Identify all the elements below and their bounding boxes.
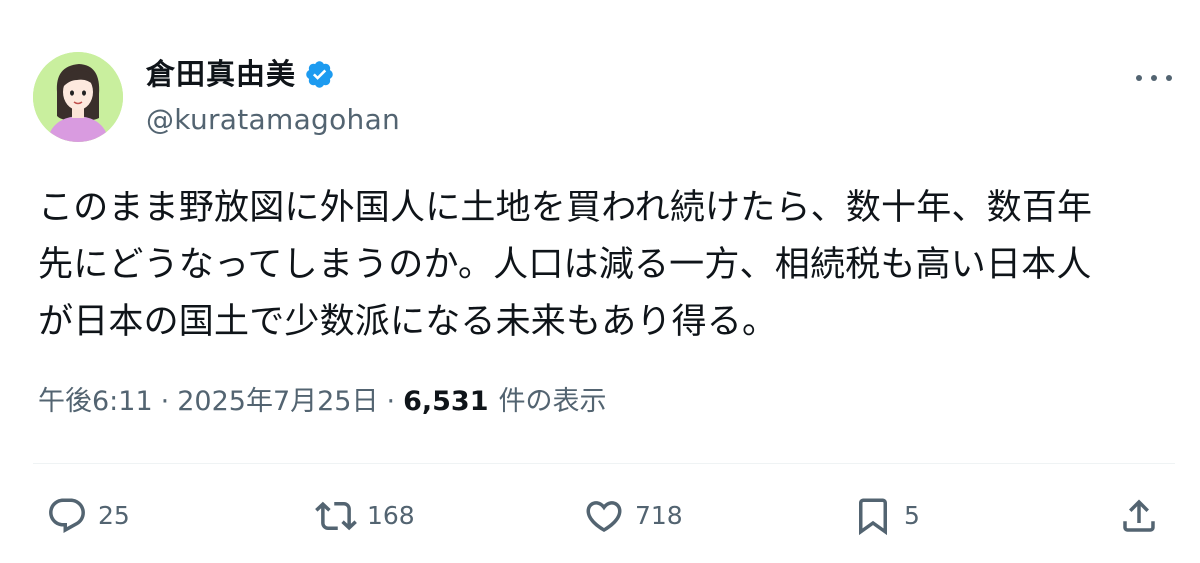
like-icon — [586, 501, 622, 533]
more-icon[interactable] — [1136, 72, 1172, 84]
tweet-time[interactable]: 午後6:11 — [38, 380, 153, 424]
tweet-line: このまま野放図に外国人に土地を買われ続けたら、数十年、数百年 — [38, 188, 1093, 228]
meta-separator: · — [160, 386, 170, 417]
share-icon — [1123, 499, 1155, 532]
reply-button[interactable]: 25 — [46, 494, 130, 538]
bookmark-count: 5 — [904, 501, 920, 530]
views-count[interactable]: 6,531 — [403, 380, 488, 424]
avatar[interactable] — [33, 52, 123, 142]
tweet-line: が日本の国土で少数派になる未来もあり得る。 — [38, 302, 778, 342]
views-label[interactable]: 件の表示 — [498, 380, 606, 424]
meta-separator: · — [386, 386, 396, 417]
display-name[interactable]: 倉田真由美 — [146, 54, 296, 94]
share-button[interactable] — [1118, 494, 1170, 538]
bookmark-button[interactable]: 5 — [852, 494, 920, 538]
reply-count: 25 — [98, 501, 130, 530]
author-name-row[interactable]: 倉田真由美 — [146, 54, 335, 94]
author-handle[interactable]: @kuratamagohan — [146, 100, 400, 140]
retweet-button[interactable]: 168 — [315, 494, 415, 538]
tweet-meta: 午後6:11 · 2025年7月25日 · 6,531 件の表示 — [38, 380, 606, 424]
tweet-line: 先にどうなってしまうのか。人口は減る一方、相続税も高い日本人 — [38, 245, 1092, 285]
divider — [33, 463, 1175, 464]
reply-icon — [49, 498, 85, 533]
tweet-text: このまま野放図に外国人に土地を買われ続けたら、数十年、数百年 先にどうなってしま… — [38, 180, 1178, 351]
like-button[interactable]: 718 — [583, 494, 683, 538]
retweet-icon — [315, 501, 357, 531]
bookmark-icon — [859, 498, 887, 536]
like-count: 718 — [635, 501, 683, 530]
retweet-count: 168 — [367, 501, 415, 530]
verified-badge-icon — [306, 60, 333, 88]
tweet-date[interactable]: 2025年7月25日 — [177, 380, 378, 424]
